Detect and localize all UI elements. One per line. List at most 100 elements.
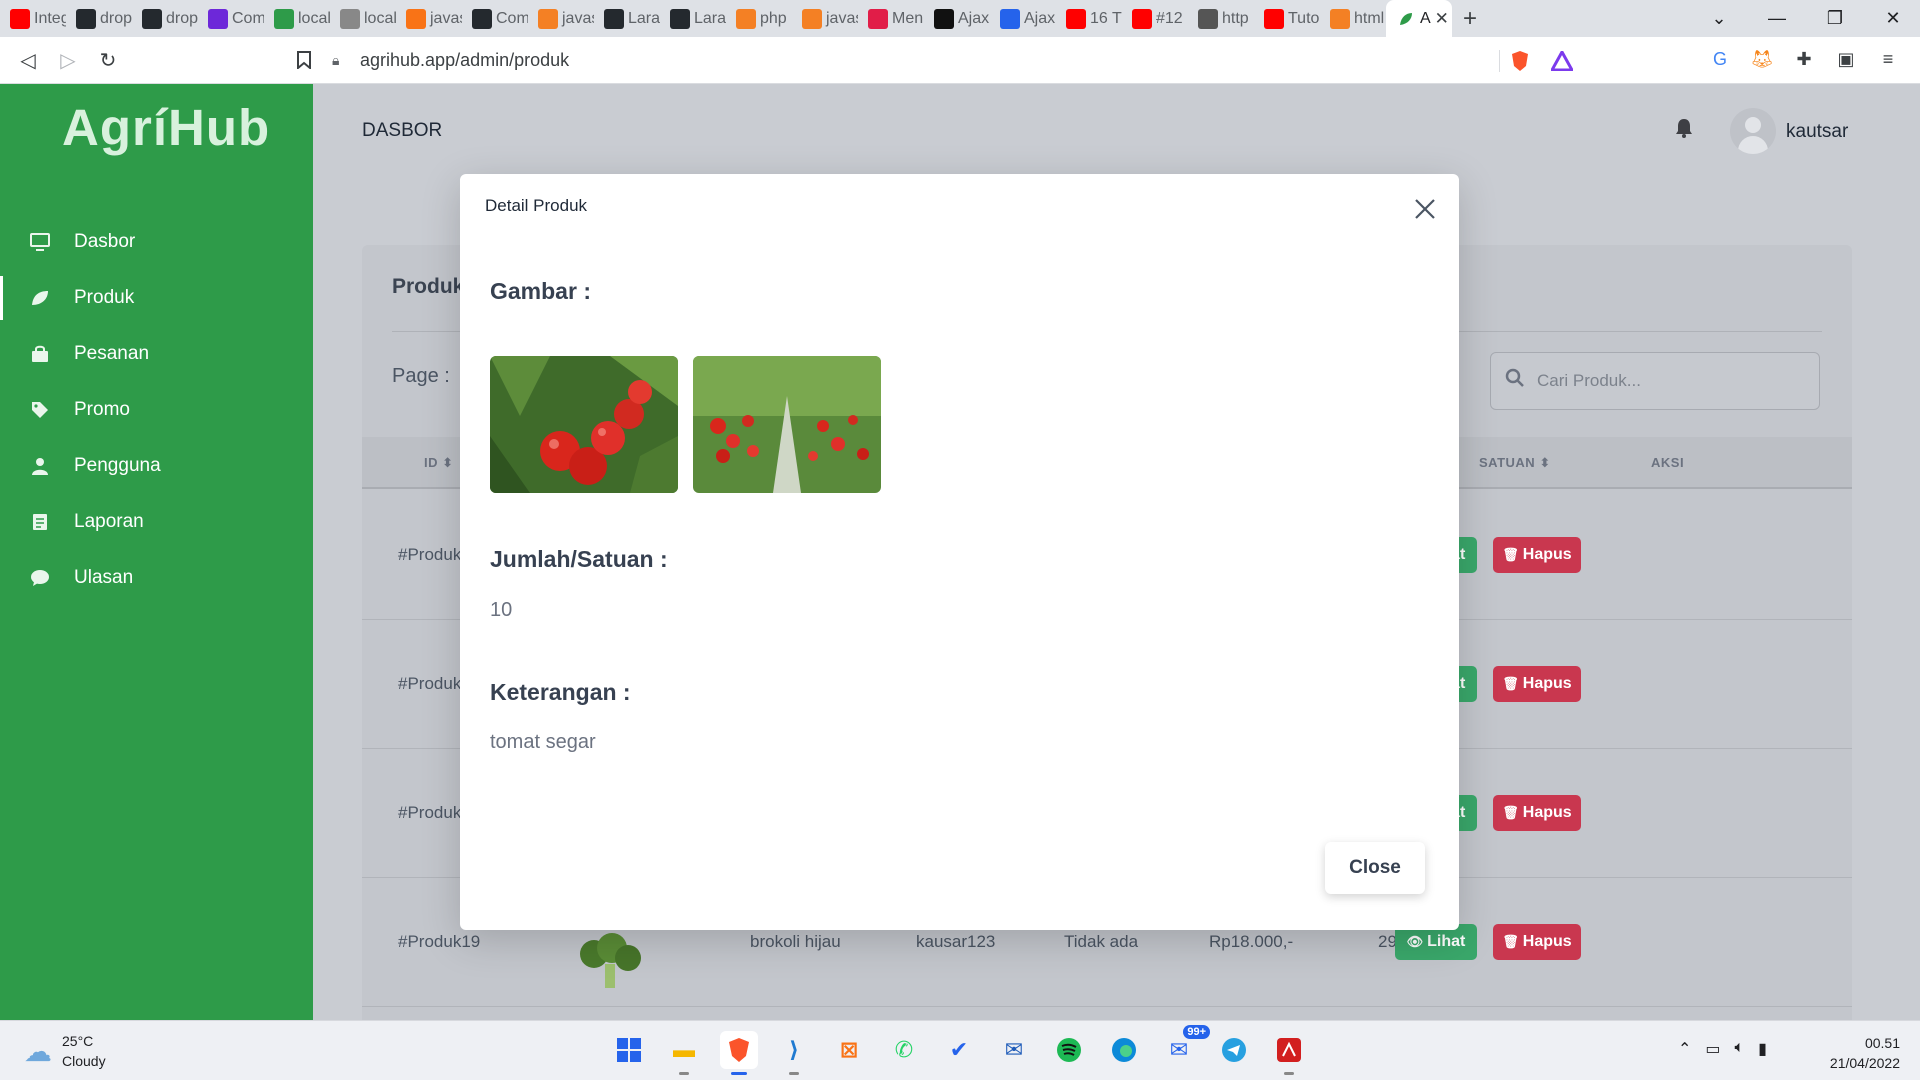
brave-rewards-icon[interactable]: [1550, 49, 1574, 73]
todo-icon[interactable]: ✔: [940, 1031, 978, 1069]
browser-tab[interactable]: drop: [132, 0, 198, 37]
browser-tab[interactable]: php: [726, 0, 792, 37]
browser-tab[interactable]: Men: [858, 0, 924, 37]
sidebar-menu: Dasbor Produk Pesanan Promo Pengguna Laporan U…: [0, 214, 313, 606]
browser-tab[interactable]: http: [1188, 0, 1254, 37]
browser-tab[interactable]: Ajax: [924, 0, 990, 37]
tab-title: http: [1222, 9, 1249, 27]
edge-icon[interactable]: [1105, 1031, 1143, 1069]
translate-icon[interactable]: G: [1708, 47, 1732, 71]
cell-promo: Tidak ada: [1064, 932, 1139, 951]
taskbar: ☁ 25°C Cloudy ▬ ⟩ ⊠ ✆ ✔ ✉ ✉ 99+ ⌃ ▭ 🔈︎ ▮…: [0, 1020, 1920, 1080]
whatsapp-icon[interactable]: ✆: [885, 1031, 923, 1069]
tab-title: Com: [496, 9, 528, 27]
youtube-icon: [1066, 8, 1086, 29]
puzzle-icon[interactable]: ✚: [1792, 47, 1816, 71]
display-icon[interactable]: ▭: [1705, 1039, 1720, 1059]
forward-button[interactable]: ▷: [48, 40, 88, 80]
telegram-icon[interactable]: [1215, 1031, 1253, 1069]
product-thumbnail[interactable]: [572, 932, 648, 992]
sidebar-item-pengguna[interactable]: Pengguna: [0, 438, 313, 494]
sidebar-item-ulasan[interactable]: Ulasan: [0, 550, 313, 606]
tab-strip: Integ drop drop Com local local javas Co…: [0, 0, 1386, 37]
browser-tab[interactable]: Com: [198, 0, 264, 37]
search-icon: [1505, 368, 1525, 394]
app-logo[interactable]: AgríHub: [62, 98, 270, 157]
brave-shield-icon[interactable]: [1508, 49, 1532, 73]
brave-browser-icon[interactable]: [720, 1031, 758, 1075]
new-tab-button[interactable]: +: [1452, 0, 1488, 37]
browser-tab[interactable]: local: [264, 0, 330, 37]
sidebar-item-promo[interactable]: Promo: [0, 382, 313, 438]
browser-tab[interactable]: Ajax: [990, 0, 1056, 37]
cell-id: #Produk19: [398, 932, 481, 951]
volume-icon[interactable]: 🔈︎: [1735, 1039, 1745, 1059]
email-app-icon[interactable]: ✉ 99+: [1160, 1025, 1210, 1069]
column-header-satuan[interactable]: SATUAN ⬍: [1479, 455, 1551, 471]
username[interactable]: kautsar: [1786, 121, 1848, 143]
sidebar-item-dasbor[interactable]: Dasbor: [0, 214, 313, 270]
avatar[interactable]: [1730, 108, 1776, 154]
back-button[interactable]: ◁: [8, 40, 48, 80]
hapus-button[interactable]: 🗑︎ Hapus: [1493, 537, 1581, 573]
sidebar-item-label: Dasbor: [74, 231, 136, 252]
reload-button[interactable]: ↻: [88, 40, 128, 80]
user-icon: [28, 454, 52, 478]
wallet-icon[interactable]: ▣: [1834, 47, 1858, 71]
file-explorer-icon[interactable]: ▬: [665, 1031, 703, 1075]
menu-icon[interactable]: ≡: [1876, 47, 1900, 71]
browser-tab[interactable]: Integ: [0, 0, 66, 37]
acrobat-icon[interactable]: [1270, 1031, 1308, 1075]
browser-tab[interactable]: 16 T: [1056, 0, 1122, 37]
browser-tab[interactable]: #12: [1122, 0, 1188, 37]
spotify-icon[interactable]: [1050, 1031, 1088, 1069]
battery-icon[interactable]: ▮: [1758, 1039, 1767, 1059]
hapus-button[interactable]: 🗑︎ Hapus: [1493, 924, 1581, 960]
sidebar-item-label: Ulasan: [74, 567, 134, 588]
tab-title: html: [1354, 9, 1385, 27]
bookmark-icon[interactable]: [284, 40, 324, 80]
tab-active[interactable]: A ✕: [1386, 0, 1452, 37]
tab-title: Lara: [628, 9, 660, 27]
xampp-icon[interactable]: ⊠: [830, 1031, 868, 1069]
mail-icon[interactable]: ✉: [995, 1031, 1033, 1069]
browser-tab[interactable]: Tuto: [1254, 0, 1320, 37]
address-bar[interactable]: 🔒︎ agrihub.app/admin/produk: [332, 44, 1588, 77]
vscode-icon[interactable]: ⟩: [775, 1031, 813, 1075]
hapus-button[interactable]: 🗑︎ Hapus: [1493, 795, 1581, 831]
hapus-button[interactable]: 🗑︎ Hapus: [1493, 666, 1581, 702]
weather-widget[interactable]: ☁ 25°C Cloudy: [24, 1031, 106, 1071]
tab-title: javas: [430, 9, 462, 27]
metamask-icon[interactable]: 🦊︎: [1750, 47, 1774, 71]
product-image[interactable]: [693, 356, 881, 493]
column-header-id[interactable]: ID ⬍: [424, 455, 454, 471]
chevron-up-icon[interactable]: ⌃: [1678, 1039, 1691, 1059]
close-window-button[interactable]: ✕: [1864, 0, 1920, 37]
sidebar-item-laporan[interactable]: Laporan: [0, 494, 313, 550]
browser-tab[interactable]: Com: [462, 0, 528, 37]
browser-tab[interactable]: local: [330, 0, 396, 37]
tab-title: Men: [892, 9, 924, 27]
tab-title: javas: [562, 9, 594, 27]
search-input[interactable]: [1537, 371, 1787, 391]
browser-tab[interactable]: javas: [792, 0, 858, 37]
chevron-down-icon[interactable]: ⌄: [1690, 0, 1748, 37]
minimize-button[interactable]: —: [1748, 0, 1806, 37]
clock[interactable]: 00.51 21/04/2022: [1830, 1033, 1900, 1073]
browser-tab[interactable]: html: [1320, 0, 1386, 37]
browser-tab[interactable]: javas: [528, 0, 594, 37]
close-button[interactable]: Close: [1325, 842, 1425, 894]
maximize-button[interactable]: ❐: [1806, 0, 1864, 37]
browser-tab[interactable]: javas: [396, 0, 462, 37]
sidebar-item-produk[interactable]: Produk: [0, 270, 313, 326]
close-icon[interactable]: [1410, 196, 1440, 226]
browser-tab[interactable]: Lara: [660, 0, 726, 37]
windows-start-icon[interactable]: [610, 1031, 648, 1069]
browser-tab[interactable]: drop: [66, 0, 132, 37]
close-icon[interactable]: ✕: [1435, 9, 1452, 29]
tab-title: drop: [100, 9, 132, 27]
browser-tab[interactable]: Lara: [594, 0, 660, 37]
sidebar-item-pesanan[interactable]: Pesanan: [0, 326, 313, 382]
product-image[interactable]: [490, 356, 678, 493]
bell-icon[interactable]: [1675, 118, 1693, 144]
